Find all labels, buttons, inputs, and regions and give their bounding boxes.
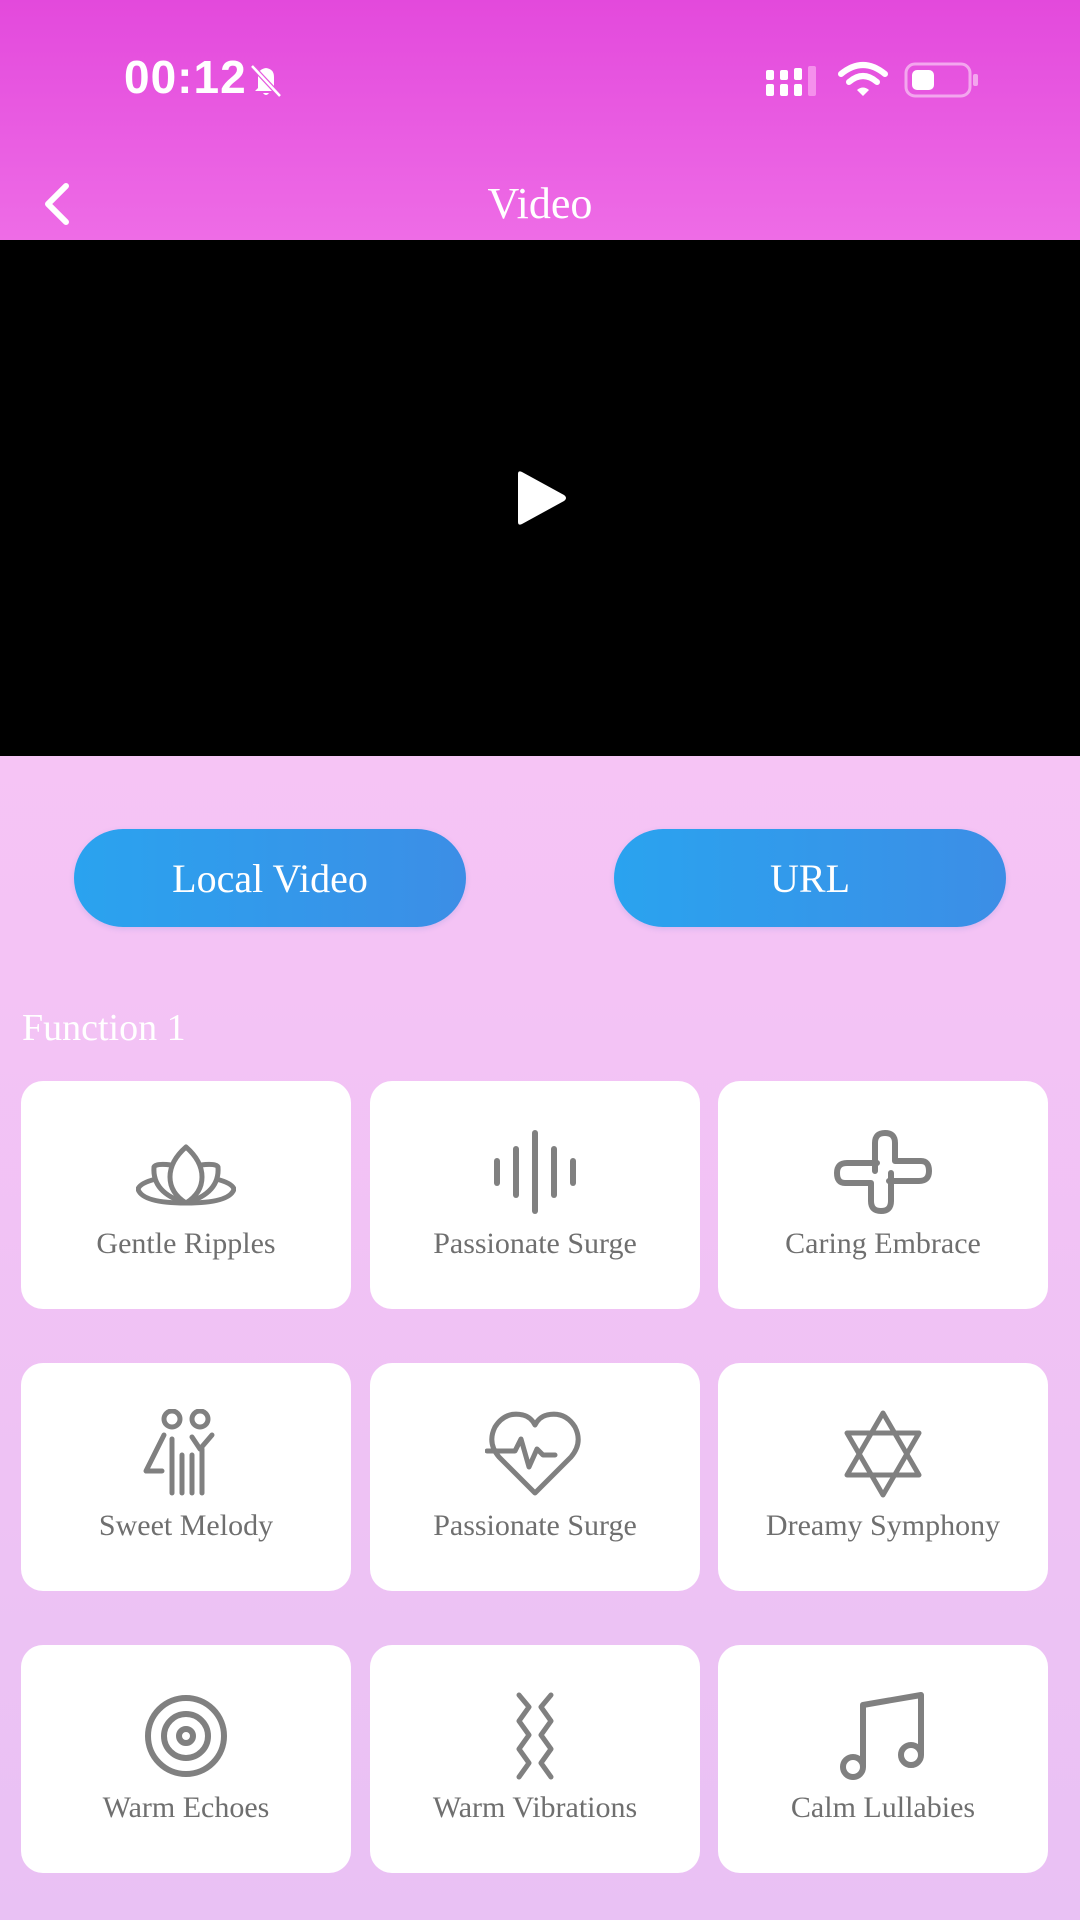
function-card-caring-embrace[interactable]: Caring Embrace — [718, 1081, 1048, 1309]
function-label: Gentle Ripples — [96, 1227, 276, 1260]
play-icon[interactable] — [510, 468, 570, 528]
function-card-gentle-ripples[interactable]: Gentle Ripples — [21, 1081, 351, 1309]
url-button[interactable]: URL — [614, 829, 1006, 927]
page-title: Video — [487, 179, 593, 228]
function-label: Dreamy Symphony — [765, 1509, 1001, 1542]
function-label: Calm Lullabies — [790, 1791, 976, 1824]
star-of-david-icon — [844, 1410, 922, 1498]
knot-icon — [834, 1130, 932, 1214]
lotus-icon — [136, 1144, 236, 1206]
function-card-passionate-surge[interactable]: Passionate Surge — [370, 1081, 700, 1309]
function-label: Warm Vibrations — [432, 1791, 638, 1824]
function-label: Passionate Surge — [433, 1509, 637, 1542]
function-label: Passionate Surge — [433, 1227, 637, 1260]
function-card-warm-vibrations[interactable]: Warm Vibrations — [370, 1645, 700, 1873]
wifi-icon — [838, 62, 888, 96]
function-card-calm-lullabies[interactable]: Calm Lullabies — [718, 1645, 1048, 1873]
music-note-icon — [840, 1692, 924, 1780]
heartbeat-icon — [485, 1411, 581, 1496]
function-label: Warm Echoes — [102, 1791, 270, 1824]
signal-icon — [766, 66, 816, 96]
function-card-passionate-surge-2[interactable]: Passionate Surge — [370, 1363, 700, 1591]
battery-icon — [904, 62, 978, 98]
sound-wave-icon — [494, 1130, 576, 1214]
local-video-button[interactable]: Local Video — [74, 829, 466, 927]
section-title: Function 1 — [22, 1007, 186, 1049]
status-time: 00:12 — [124, 51, 247, 103]
function-card-warm-echoes[interactable]: Warm Echoes — [21, 1645, 351, 1873]
target-icon — [145, 1695, 227, 1777]
function-card-sweet-melody[interactable]: Sweet Melody — [21, 1363, 351, 1591]
function-card-dreamy-symphony[interactable]: Dreamy Symphony — [718, 1363, 1048, 1591]
function-label: Caring Embrace — [785, 1227, 981, 1260]
function-label: Sweet Melody — [98, 1509, 274, 1542]
bell-muted-icon — [250, 64, 282, 98]
couple-icon — [143, 1409, 215, 1496]
zigzag-waves-icon — [516, 1692, 554, 1780]
